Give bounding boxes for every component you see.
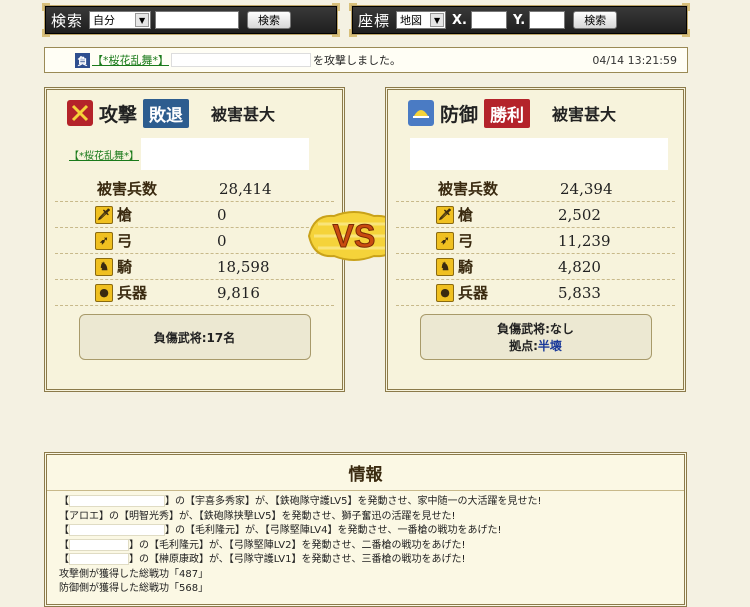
search-scope-select[interactable]: 自分 ▼ [89, 11, 152, 29]
coordinate-search-button[interactable]: 検索 [573, 11, 618, 29]
victory-label: 勝利 [484, 98, 531, 128]
defeat-label: 敗退 [143, 98, 190, 128]
unit-row-siege: ● 兵器 9,816 [55, 280, 334, 306]
attack-title: 攻撃 [99, 103, 138, 126]
unit-row-siege: ● 兵器 5,833 [396, 280, 675, 306]
cannon-icon: ● [436, 283, 454, 302]
y-coordinate-input[interactable] [529, 11, 566, 29]
unit-label: 槍 [117, 206, 133, 224]
injured-generals: 負傷武将:17名 [153, 330, 236, 345]
info-panel: 情報 【】の【宇喜多秀家】が、【鉄砲隊守護LV5】を発動させ、家中随一の大活躍を… [44, 452, 687, 607]
unit-label: 兵器 [458, 284, 489, 302]
battle-message: 負 【*桜花乱舞*】 を攻撃しました。 04/14 13:21:59 [44, 47, 688, 73]
defender-name [396, 138, 675, 170]
timestamp: 04/14 13:21:59 [592, 53, 677, 67]
log-line: 防御側が獲得した総戦功「568」 [59, 583, 209, 594]
unit-value: 0 [217, 205, 227, 224]
unit-value: 9,816 [217, 283, 260, 302]
unit-row-bow: ➶ 弓 11,239 [396, 228, 675, 254]
defense-summary: 負傷武将:なし 拠点:半壊 [419, 314, 652, 360]
lost-troops-row: 被害兵数 28,414 [55, 176, 334, 202]
horse-icon: ♞ [436, 257, 454, 276]
bow-icon: ➶ [436, 231, 454, 250]
cannon-icon: ● [95, 283, 113, 302]
attack-summary: 負傷武将:17名 [78, 314, 311, 360]
attacker-alliance-link[interactable]: 【*桜花乱舞*】 [69, 147, 139, 162]
x-label: X. [452, 12, 467, 28]
unit-value: 2,502 [558, 205, 601, 224]
search-bar: 検索 自分 ▼ 検索 [42, 3, 340, 37]
crossed-swords-icon [67, 100, 93, 126]
base-status-value: 半壊 [537, 339, 562, 353]
unit-row-cavalry: ♞ 騎 18,598 [55, 254, 334, 280]
unit-label: 弓 [117, 232, 133, 250]
defense-title: 防御 [440, 103, 479, 126]
unit-row-spear: 🗡 槍 2,502 [396, 202, 675, 228]
unit-value: 11,239 [558, 231, 611, 250]
redacted-name [171, 53, 311, 67]
log-line: 【】の【毛利隆元】が、【弓隊堅陣LV2】を発動させ、二番槍の戦功をあげた! [59, 538, 466, 551]
info-title: 情報 [47, 455, 684, 491]
unit-label: 騎 [117, 258, 133, 276]
coordinate-bar: 座標 地図 ▼ X. Y. 検索 [349, 3, 690, 37]
map-select[interactable]: 地図 ▼ [396, 11, 447, 29]
defense-panel: 防御 勝利 被害甚大 被害兵数 24,394 🗡 槍 2,502 ➶ 弓 11,23… [385, 87, 686, 392]
lost-troops-label: 被害兵数 [438, 180, 499, 198]
message-text: を攻撃しました。 [313, 54, 401, 67]
chevron-down-icon: ▼ [135, 13, 150, 27]
lost-troops-value: 28,414 [219, 179, 272, 198]
unit-row-bow: ➶ 弓 0 [55, 228, 334, 254]
unit-label: 兵器 [117, 284, 148, 302]
search-scope-value: 自分 [93, 14, 116, 27]
log-line: 【アロエ】の【明智光秀】が、【鉄砲隊挟撃LV5】を発動させ、獅子奮迅の活躍を見せ… [59, 510, 456, 522]
unit-label: 騎 [458, 258, 474, 276]
coordinate-label: 座標 [358, 11, 391, 30]
lost-troops-label: 被害兵数 [97, 180, 158, 198]
spear-icon: 🗡 [95, 205, 113, 224]
base-status-label: 拠点: [509, 339, 538, 353]
chevron-down-icon: ▼ [430, 13, 445, 27]
unit-value: 0 [217, 231, 227, 250]
unit-row-spear: 🗡 槍 0 [55, 202, 334, 228]
info-log: 【】の【宇喜多秀家】が、【鉄砲隊守護LV5】を発動させ、家中随一の大活躍を見せた… [47, 491, 684, 601]
base-status: 拠点:半壊 [509, 337, 562, 354]
attack-panel: 攻撃 敗退 被害甚大 【*桜花乱舞*】 被害兵数 28,414 🗡 槍 0 ➶ 弓 … [44, 87, 345, 392]
unit-value: 4,820 [558, 257, 601, 276]
unit-value: 18,598 [217, 257, 270, 276]
log-line: 【】の【宇喜多秀家】が、【鉄砲隊守護LV5】を発動させ、家中随一の大活躍を見せた… [59, 495, 542, 507]
search-label: 検索 [51, 11, 84, 30]
unit-row-cavalry: ♞ 騎 4,820 [396, 254, 675, 280]
x-coordinate-input[interactable] [470, 11, 507, 29]
damage-level: 被害甚大 [552, 105, 617, 124]
search-button[interactable]: 検索 [247, 11, 292, 29]
unit-label: 弓 [458, 232, 474, 250]
unit-value: 5,833 [558, 283, 601, 302]
search-input[interactable] [155, 11, 240, 29]
damage-level: 被害甚大 [211, 105, 276, 124]
alliance-link[interactable]: 【*桜花乱舞*】 [92, 52, 169, 68]
injured-generals: 負傷武将:なし [497, 322, 574, 336]
unit-label: 槍 [458, 206, 474, 224]
defeat-badge: 負 [75, 52, 90, 68]
vs-text: VS [333, 218, 376, 254]
map-select-value: 地図 [400, 14, 423, 27]
bow-icon: ➶ [95, 231, 113, 250]
spear-icon: 🗡 [436, 205, 454, 224]
log-line: 【】の【榊原康政】が、【弓隊守護LV1】を発動させ、三番槍の戦功をあげた! [59, 553, 466, 565]
horse-icon: ♞ [95, 257, 113, 276]
log-line: 攻撃側が獲得した総戦功「487」 [59, 568, 209, 580]
lost-troops-row: 被害兵数 24,394 [396, 176, 675, 202]
attacker-name: 【*桜花乱舞*】 [55, 138, 334, 170]
helmet-icon [408, 100, 434, 126]
log-line: 【】の【毛利隆元】が、【弓隊堅陣LV4】を発動させ、一番槍の戦功をあげた! [59, 524, 502, 536]
lost-troops-value: 24,394 [560, 179, 613, 198]
y-label: Y. [512, 12, 526, 28]
